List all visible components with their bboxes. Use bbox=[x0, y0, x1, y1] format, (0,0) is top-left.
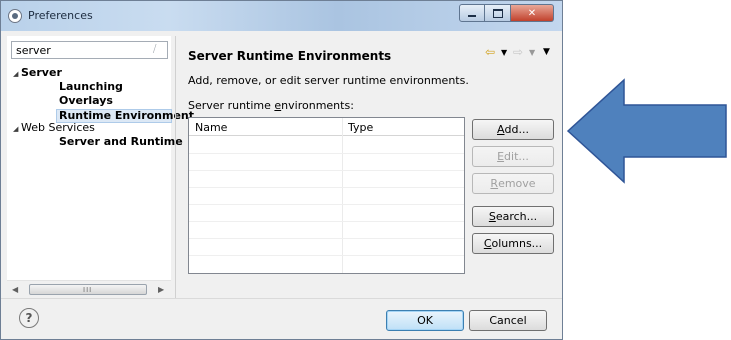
window-title: Preferences bbox=[28, 9, 93, 22]
table-row bbox=[189, 170, 464, 171]
tree-node-server[interactable]: Server bbox=[21, 66, 62, 79]
table-row bbox=[189, 187, 464, 188]
column-header-type[interactable]: Type bbox=[348, 121, 373, 134]
annotation-arrow-shape bbox=[566, 78, 727, 184]
preferences-window: Preferences ✕ server ⧸ ◢ Server Launchin… bbox=[0, 0, 563, 340]
scroll-left-icon[interactable]: ◀ bbox=[12, 285, 18, 294]
table-row bbox=[189, 255, 464, 256]
tree-node-web-services[interactable]: Web Services bbox=[21, 121, 95, 134]
title-bar[interactable]: Preferences ✕ bbox=[1, 1, 562, 31]
page-description: Add, remove, or edit server runtime envi… bbox=[188, 74, 469, 87]
add-button[interactable]: Add... bbox=[472, 119, 554, 140]
minimize-button[interactable] bbox=[459, 4, 485, 22]
column-divider bbox=[342, 118, 343, 273]
caption-buttons: ✕ bbox=[459, 4, 554, 22]
runtime-environments-table[interactable]: Name Type bbox=[188, 117, 465, 274]
page-navigation: ⇦ ▼ ⇨ ▼ ▼ bbox=[485, 45, 555, 61]
table-header: Name Type bbox=[189, 118, 464, 136]
table-row bbox=[189, 221, 464, 222]
close-button[interactable]: ✕ bbox=[511, 4, 554, 22]
footer-separator bbox=[1, 298, 562, 299]
runtime-list-label: Server runtime environments: bbox=[188, 99, 354, 112]
scroll-right-icon[interactable]: ▶ bbox=[158, 285, 164, 294]
forward-menu-chevron-icon[interactable]: ▼ bbox=[529, 48, 535, 57]
eclipse-app-icon bbox=[8, 9, 22, 23]
table-row bbox=[189, 204, 464, 205]
maximize-icon bbox=[492, 8, 503, 18]
help-icon: ? bbox=[25, 311, 33, 325]
horizontal-scrollbar[interactable]: ◀ III ▶ bbox=[7, 280, 171, 298]
table-row bbox=[189, 153, 464, 154]
expand-triangle-icon[interactable]: ◢ bbox=[13, 125, 18, 133]
forward-arrow-icon[interactable]: ⇨ bbox=[513, 45, 523, 59]
view-menu-icon[interactable]: ▼ bbox=[543, 47, 550, 57]
help-button[interactable]: ? bbox=[19, 308, 39, 328]
back-arrow-icon[interactable]: ⇦ bbox=[485, 45, 495, 59]
annotation-arrow bbox=[566, 78, 727, 184]
page-title: Server Runtime Environments bbox=[188, 49, 392, 63]
expand-triangle-icon[interactable]: ◢ bbox=[13, 70, 18, 78]
preference-tree-panel: server ⧸ ◢ Server Launching Overlays Run… bbox=[7, 36, 194, 298]
tree-node-overlays[interactable]: Overlays bbox=[59, 94, 113, 107]
panel-divider[interactable] bbox=[175, 36, 176, 298]
column-header-name[interactable]: Name bbox=[195, 121, 227, 134]
filter-input[interactable]: server ⧸ bbox=[11, 41, 168, 59]
close-icon: ✕ bbox=[527, 7, 537, 19]
back-menu-chevron-icon[interactable]: ▼ bbox=[501, 48, 507, 57]
tree-node-launching[interactable]: Launching bbox=[59, 80, 123, 93]
ok-button[interactable]: OK bbox=[386, 310, 464, 331]
scrollbar-thumb[interactable]: III bbox=[29, 284, 147, 295]
filter-input-value: server bbox=[16, 44, 51, 57]
edit-button[interactable]: Edit... bbox=[472, 146, 554, 167]
minimize-icon bbox=[468, 15, 476, 17]
table-row bbox=[189, 238, 464, 239]
columns-button[interactable]: Columns... bbox=[472, 233, 554, 254]
clear-filter-icon[interactable]: ⧸ bbox=[153, 45, 162, 55]
scrollbar-grip: III bbox=[83, 286, 93, 294]
cancel-button[interactable]: Cancel bbox=[469, 310, 547, 331]
remove-button[interactable]: Remove bbox=[472, 173, 554, 194]
tree-node-server-and-runtime[interactable]: Server and Runtime bbox=[59, 135, 183, 148]
maximize-button[interactable] bbox=[485, 4, 511, 22]
search-button[interactable]: Search... bbox=[472, 206, 554, 227]
